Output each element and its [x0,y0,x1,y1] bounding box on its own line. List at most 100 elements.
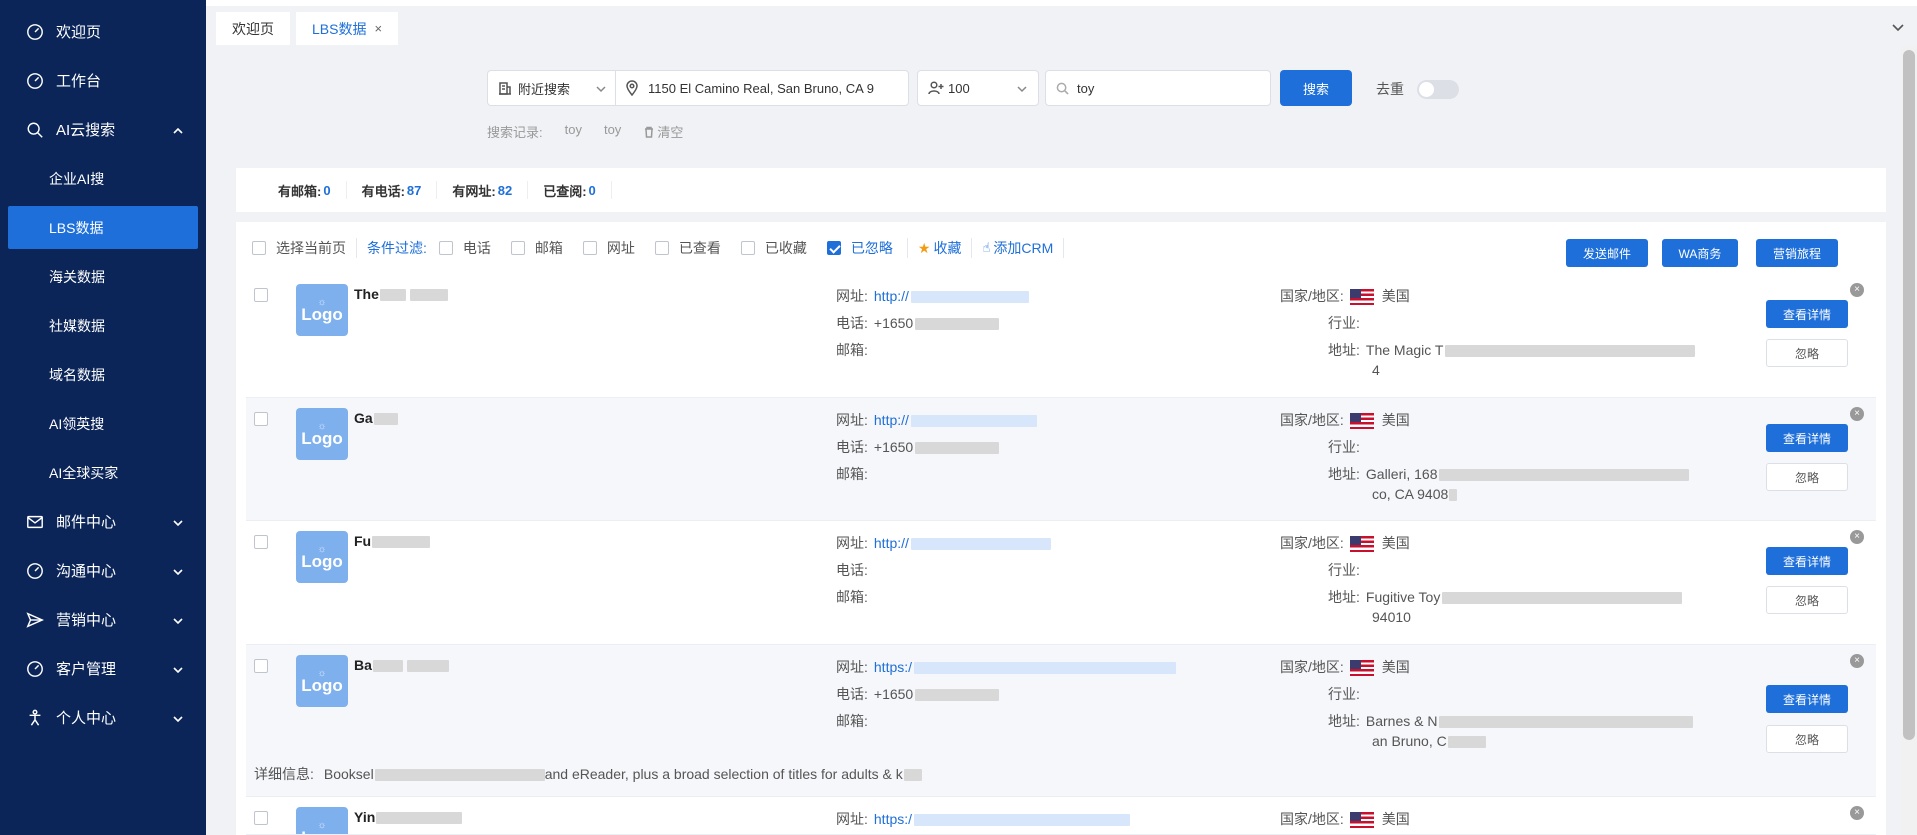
chevron-down-icon[interactable] [1891,20,1905,34]
history-item[interactable]: toy [604,122,621,141]
address-value-line2: co, CA 9408 [1372,486,1449,502]
ignore-button[interactable]: 忽略 [1766,463,1848,491]
company-name[interactable]: The [354,286,448,302]
chevron-down-icon [172,516,184,528]
sidebar-item-mail[interactable]: 邮件中心 [0,497,206,546]
sidebar-item-customer[interactable]: 客户管理 [0,644,206,693]
sidebar-sub-lbs[interactable]: LBS数据 [8,206,198,249]
page-scrollbar-thumb[interactable] [1903,50,1915,740]
address-value: 1150 El Camino Real, San Bruno, CA 9 [648,80,874,96]
marketing-journey-button[interactable]: 营销旅程 [1756,239,1838,267]
clear-label: 清空 [657,125,684,140]
wa-business-button[interactable]: WA商务 [1662,239,1738,267]
country-field: 国家/地区: 美国 [1280,809,1410,829]
close-icon[interactable]: × [1850,654,1864,668]
company-name[interactable]: Ga [354,410,398,426]
dedup-toggle[interactable] [1417,80,1459,99]
keyword-field[interactable] [1045,70,1271,106]
checkbox[interactable] [510,241,525,255]
filter-phone[interactable]: 电话 [438,238,511,258]
add-crm-button[interactable]: ☝ 添加CRM [982,238,1053,258]
row-checkbox[interactable] [254,659,268,673]
checkbox[interactable] [438,241,453,255]
close-icon[interactable]: × [1850,283,1864,297]
phone-value: +1650 [873,686,914,702]
sidebar-sub-social[interactable]: 社媒数据 [0,301,206,350]
company-name[interactable]: Ba [354,657,449,673]
website-link[interactable]: https:/ [874,659,912,675]
tab-lbs[interactable]: LBS数据 × [296,12,399,45]
checkbox[interactable] [826,241,841,255]
search-button[interactable]: 搜索 [1280,70,1352,106]
sidebar-item-label: 客户管理 [56,661,117,678]
field-label: 国家/地区: [1280,659,1344,675]
ignore-button[interactable]: 忽略 [1766,339,1848,367]
hand-icon: ☝ [982,240,991,255]
close-icon[interactable]: × [374,21,382,36]
history-item[interactable]: toy [565,122,582,141]
filter-viewed[interactable]: 已查看 [654,238,741,258]
tab-welcome[interactable]: 欢迎页 [216,12,290,45]
view-detail-button[interactable]: 查看详情 [1766,685,1848,713]
dashboard-icon [26,72,44,90]
select-page-checkbox[interactable]: 选择当前页 [252,238,346,258]
close-icon[interactable]: × [1850,806,1864,820]
sidebar-sub-customs[interactable]: 海关数据 [0,252,206,301]
field-label: 国家/地区: [1280,412,1344,428]
filter-website[interactable]: 网址 [582,238,655,258]
ignore-button[interactable]: 忽略 [1766,586,1848,614]
website-link[interactable]: https:/ [874,811,912,827]
sidebar-item-comm[interactable]: 沟通中心 [0,546,206,595]
checkbox[interactable] [252,241,266,255]
filter-email[interactable]: 邮箱 [510,238,583,258]
person-icon [26,709,44,727]
favorite-button[interactable]: ★ 收藏 [918,238,962,258]
sidebar-sub-enterprise-ai[interactable]: 企业AI搜 [0,154,206,203]
field-label: 地址: [1328,589,1360,605]
view-detail-button[interactable]: 查看详情 [1766,300,1848,328]
clear-history-button[interactable]: 清空 [643,122,705,141]
sidebar-sub-linkedin[interactable]: AI领英搜 [0,399,206,448]
address-input[interactable]: 1150 El Camino Real, San Bruno, CA 9 [615,70,909,106]
company-logo: ☼Logo [296,531,348,583]
field-label: 网址: [836,412,868,428]
address-value: The Magic T [1365,342,1444,358]
tab-label: LBS数据 [312,20,367,37]
checkbox[interactable] [582,241,597,255]
search-mode-select[interactable]: 附近搜索 [487,70,615,106]
view-detail-button[interactable]: 查看详情 [1766,424,1848,452]
website-link[interactable]: http:// [874,412,909,428]
send-email-button[interactable]: 发送邮件 [1566,239,1648,267]
country-value: 美国 [1381,659,1410,675]
website-link[interactable]: http:// [874,535,909,551]
sidebar-sub-domain[interactable]: 域名数据 [0,350,206,399]
checkbox[interactable] [654,241,669,255]
close-icon[interactable]: × [1850,407,1864,421]
sidebar-item-marketing[interactable]: 营销中心 [0,595,206,644]
us-flag-icon [1349,289,1374,306]
sidebar-sub-global-buyer[interactable]: AI全球买家 [0,448,206,497]
sidebar-item-personal[interactable]: 个人中心 [0,693,206,742]
stat-label: 已查阅: [543,183,587,199]
checkbox[interactable] [740,241,755,255]
row-checkbox[interactable] [254,288,268,302]
sidebar-item-welcome[interactable]: 欢迎页 [0,7,206,56]
ignore-button[interactable]: 忽略 [1766,725,1848,753]
row-checkbox[interactable] [254,412,268,426]
company-name[interactable]: Fu [354,533,431,549]
row-checkbox[interactable] [254,811,268,825]
website-link[interactable]: http:// [874,288,909,304]
country-value: 美国 [1381,412,1410,428]
sidebar-item-ai-search[interactable]: AI云搜索 [0,105,206,154]
company-name[interactable]: Yin [354,809,463,825]
count-select[interactable]: 100 [917,70,1039,106]
keyword-input[interactable] [1077,80,1257,96]
filter-favorited[interactable]: 已收藏 [740,238,827,258]
view-detail-button[interactable]: 查看详情 [1766,547,1848,575]
sidebar-item-workbench[interactable]: 工作台 [0,56,206,105]
close-icon[interactable]: × [1850,530,1864,544]
field-label: 网址: [836,811,868,827]
filter-ignored[interactable]: 已忽略 [826,238,897,258]
row-checkbox[interactable] [254,535,268,549]
field-label: 国家/地区: [1280,288,1344,304]
